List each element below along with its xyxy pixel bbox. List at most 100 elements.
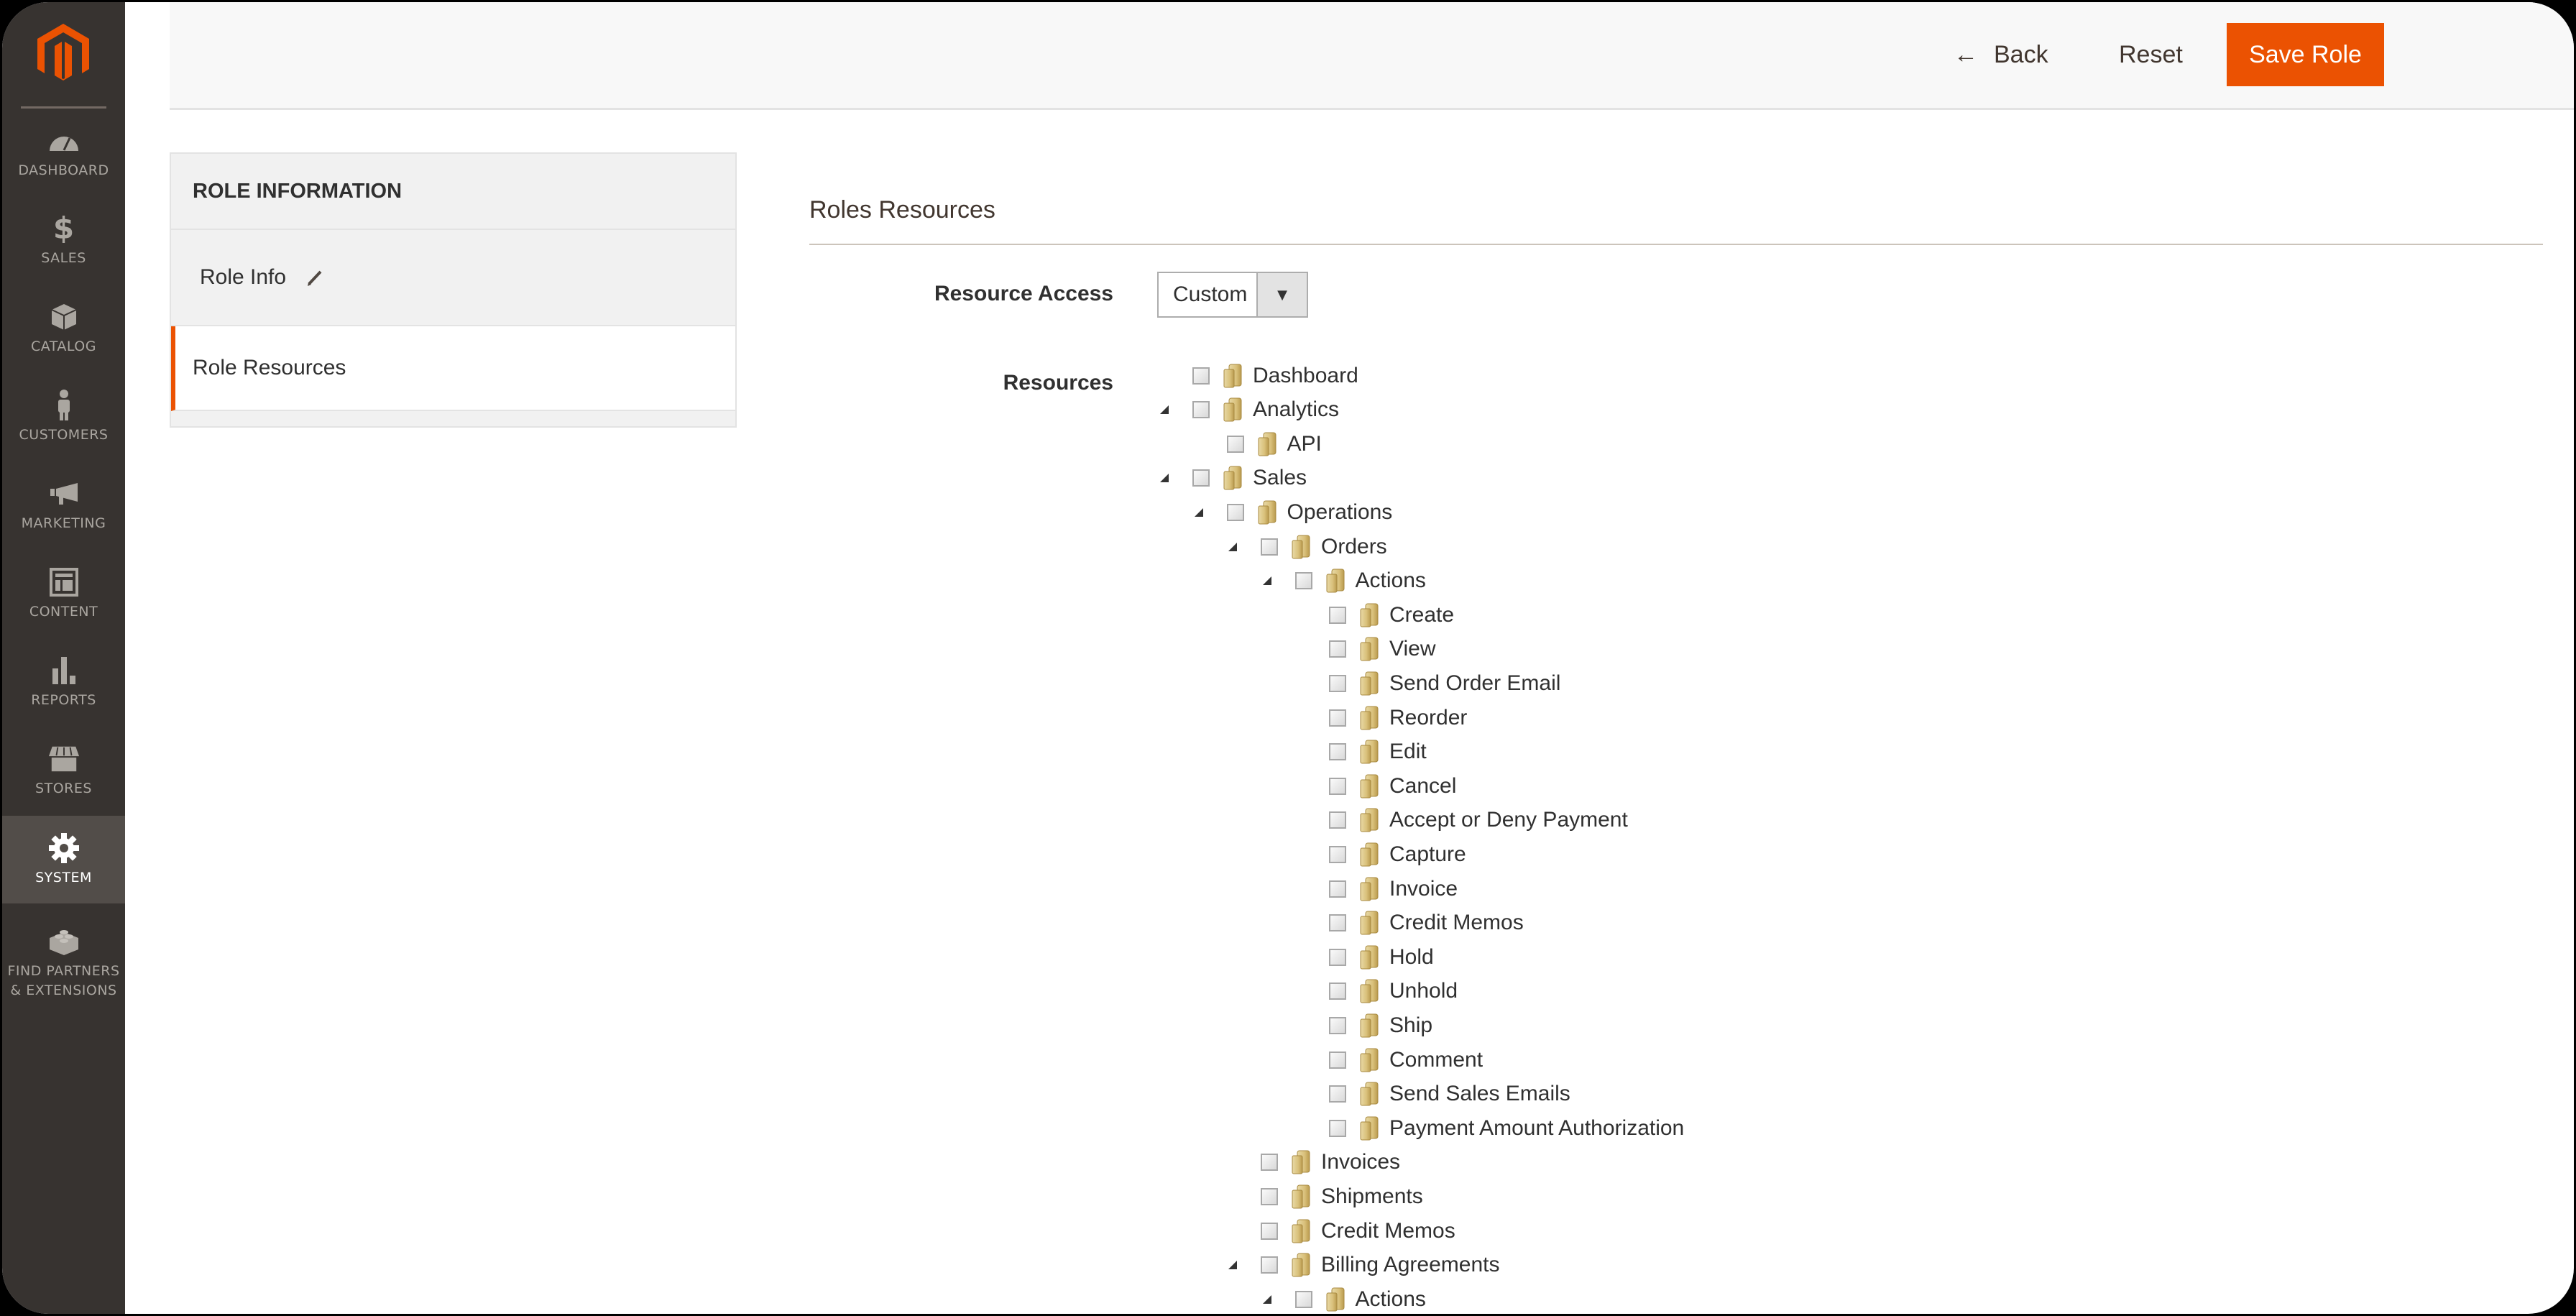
- tree-node-label[interactable]: Credit Memos: [1321, 1219, 1455, 1243]
- tree-node-label[interactable]: Send Sales Emails: [1389, 1082, 1570, 1106]
- back-button[interactable]: ← Back: [1954, 23, 2048, 86]
- back-button-label: Back: [1994, 40, 2048, 68]
- tree-node-label[interactable]: Capture: [1389, 842, 1466, 867]
- sidebar-item-system[interactable]: SYSTEM: [2, 816, 125, 903]
- folder-icon: [1360, 706, 1379, 730]
- expand-toggle-icon[interactable]: [1194, 507, 1204, 517]
- sidebar-item-marketing[interactable]: MARKETING: [2, 461, 125, 549]
- node-checkbox[interactable]: [1192, 401, 1210, 419]
- node-checkbox[interactable]: [1294, 1290, 1312, 1308]
- magento-logo-icon[interactable]: [37, 24, 89, 84]
- sidebar-item-catalog[interactable]: CATALOG: [2, 285, 125, 372]
- node-checkbox[interactable]: [1226, 503, 1244, 521]
- node-checkbox[interactable]: [1329, 606, 1346, 624]
- tree-node: Sales: [1159, 461, 1307, 495]
- tree-node-label[interactable]: Credit Memos: [1389, 911, 1524, 935]
- tree-node-label[interactable]: API: [1287, 432, 1322, 456]
- tree-node-label[interactable]: Sales: [1253, 466, 1307, 490]
- tree-node: Ship: [1296, 1008, 1432, 1042]
- node-checkbox[interactable]: [1329, 1085, 1346, 1103]
- tree-node-label[interactable]: Shipments: [1321, 1184, 1423, 1209]
- tree-node-label[interactable]: Actions: [1356, 569, 1426, 593]
- tree-node-label[interactable]: Unhold: [1389, 979, 1458, 1003]
- tree-node-label[interactable]: Reorder: [1389, 706, 1467, 730]
- chevron-down-icon: ▼: [1256, 273, 1307, 316]
- node-checkbox[interactable]: [1329, 640, 1346, 658]
- sidebar-item-customers[interactable]: CUSTOMERS: [2, 373, 125, 461]
- tree-node-label[interactable]: Dashboard: [1253, 364, 1358, 388]
- sidebar-item-reports[interactable]: REPORTS: [2, 638, 125, 726]
- tree-node-label[interactable]: Invoices: [1321, 1150, 1400, 1174]
- sidebar-item-sales[interactable]: $ SALES: [2, 196, 125, 284]
- save-role-button[interactable]: Save Role: [2227, 23, 2384, 86]
- sidebar-item-label: REPORTS: [31, 691, 96, 708]
- tree-node-label[interactable]: Hold: [1389, 945, 1434, 970]
- expand-toggle-icon[interactable]: [1228, 542, 1238, 552]
- node-checkbox[interactable]: [1329, 743, 1346, 761]
- tree-node-label[interactable]: Cancel: [1389, 774, 1456, 799]
- node-checkbox[interactable]: [1329, 1016, 1346, 1034]
- node-checkbox[interactable]: [1261, 1222, 1278, 1240]
- tab-role-info[interactable]: Role Info: [171, 230, 735, 326]
- node-checkbox[interactable]: [1329, 845, 1346, 863]
- tree-node-label[interactable]: Comment: [1389, 1048, 1483, 1072]
- node-checkbox[interactable]: [1329, 948, 1346, 966]
- tree-node-label[interactable]: Invoice: [1389, 877, 1458, 901]
- node-checkbox[interactable]: [1261, 1154, 1278, 1172]
- expand-toggle-icon[interactable]: [1262, 576, 1272, 586]
- tree-node-label[interactable]: Edit: [1389, 740, 1427, 764]
- reset-button[interactable]: Reset: [2119, 23, 2183, 86]
- folder-icon: [1292, 1219, 1310, 1243]
- node-checkbox[interactable]: [1329, 983, 1346, 1000]
- node-checkbox[interactable]: [1329, 880, 1346, 898]
- sidebar-item-label: CUSTOMERS: [19, 426, 109, 443]
- sidebar-item-label: DASHBOARD: [18, 162, 109, 178]
- expand-toggle-icon[interactable]: [1228, 1260, 1238, 1270]
- resource-access-value: Custom: [1173, 282, 1248, 306]
- tree-node-label[interactable]: Payment Amount Authorization: [1389, 1116, 1684, 1141]
- expand-toggle-icon[interactable]: [1262, 1294, 1272, 1305]
- tab-label: Role Info: [200, 265, 287, 289]
- tree-node: Billing Agreements: [1228, 1248, 1499, 1282]
- tab-role-resources[interactable]: Role Resources: [171, 326, 735, 411]
- tree-node-label[interactable]: Create: [1389, 603, 1454, 627]
- tree-node-label[interactable]: Actions: [1356, 1287, 1426, 1312]
- node-checkbox[interactable]: [1329, 709, 1346, 727]
- folder-icon: [1360, 671, 1379, 696]
- folder-icon: [1360, 808, 1379, 832]
- node-checkbox[interactable]: [1294, 572, 1312, 590]
- megaphone-icon: [48, 478, 80, 510]
- sidebar-item-label: CONTENT: [29, 603, 98, 620]
- expand-toggle-icon[interactable]: [1159, 405, 1169, 415]
- sidebar-item-dashboard[interactable]: DASHBOARD: [2, 109, 125, 196]
- tree-node-label[interactable]: Orders: [1321, 535, 1387, 559]
- node-checkbox[interactable]: [1329, 1051, 1346, 1069]
- node-checkbox[interactable]: [1261, 538, 1278, 556]
- tree-node-label[interactable]: View: [1389, 637, 1435, 661]
- node-checkbox[interactable]: [1329, 1119, 1346, 1137]
- tree-node-label[interactable]: Analytics: [1253, 397, 1339, 422]
- sidebar-item-content[interactable]: CONTENT: [2, 550, 125, 638]
- sidebar-item-find-partners[interactable]: FIND PARTNERS & EXTENSIONS: [2, 909, 125, 1017]
- tree-node-label[interactable]: Accept or Deny Payment: [1389, 808, 1628, 832]
- expand-toggle-icon[interactable]: [1159, 473, 1169, 483]
- node-checkbox[interactable]: [1192, 469, 1210, 487]
- node-checkbox[interactable]: [1329, 674, 1346, 692]
- tree-node-label[interactable]: Operations: [1287, 500, 1393, 525]
- bar-chart-icon: [48, 655, 80, 686]
- node-checkbox[interactable]: [1329, 811, 1346, 829]
- tree-node-label[interactable]: Ship: [1389, 1013, 1432, 1038]
- tree-node-label[interactable]: Send Order Email: [1389, 671, 1560, 696]
- node-checkbox[interactable]: [1329, 777, 1346, 795]
- node-checkbox[interactable]: [1261, 1256, 1278, 1274]
- folder-icon: [1326, 569, 1344, 593]
- resource-access-select[interactable]: Custom ▼: [1157, 272, 1308, 318]
- tree-node-label[interactable]: Billing Agreements: [1321, 1253, 1499, 1277]
- node-checkbox[interactable]: [1226, 435, 1244, 453]
- node-checkbox[interactable]: [1192, 367, 1210, 385]
- node-checkbox[interactable]: [1329, 914, 1346, 932]
- person-icon: [48, 389, 80, 421]
- node-checkbox[interactable]: [1261, 1187, 1278, 1205]
- section-title: Roles Resources: [809, 196, 995, 224]
- sidebar-item-stores[interactable]: STORES: [2, 727, 125, 814]
